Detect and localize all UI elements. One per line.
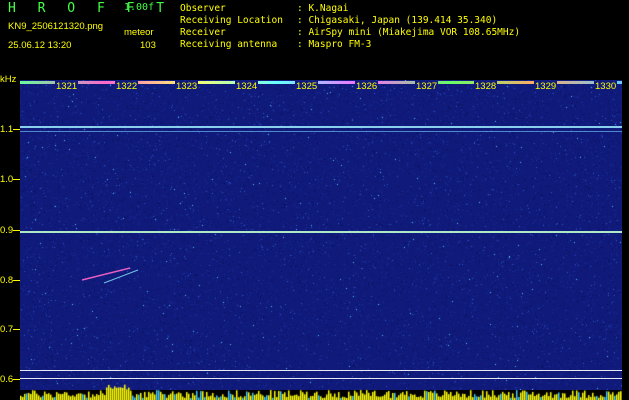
x-tick-label: 1322 [115,81,139,92]
observer-value: : K.Nagai [297,3,349,14]
x-tick-label: 1330 [594,81,618,92]
receiver-value: : AirSpy mini (Miakejima VOR 108.65MHz) [297,27,521,38]
y-tick [13,179,20,180]
y-tick-label: 0.7 [0,324,14,335]
y-tick [13,280,20,281]
location-value: : Chigasaki, Japan (139.414 35.340) [297,15,498,26]
location-label: Receiving Location [180,15,283,26]
x-tick-label: 1325 [295,81,319,92]
header-panel: H R O F F T 1.00f KN9_2506121320.png 25.… [0,0,629,78]
x-tick-label: 1324 [235,81,259,92]
app-version: 1.00f [124,2,155,13]
y-tick-label: 0.9 [0,225,14,236]
meteor-trace [81,267,139,284]
y-tick [13,230,20,231]
x-tick-label: 1326 [355,81,379,92]
y-tick [13,129,20,130]
meteor-count: 103 [140,40,156,51]
x-tick-label: 1329 [534,81,558,92]
antenna-value: : Maspro FM-3 [297,39,372,50]
x-tick-label: 1328 [474,81,498,92]
y-tick [13,379,20,380]
image-filename: KN9_2506121320.png [8,21,104,32]
image-datetime: 25.06.12 13:20 [8,40,72,51]
y-axis-unit: kHz [0,74,17,85]
y-tick-label: 1.0 [0,174,14,185]
meteor-label: meteor [124,27,154,38]
antenna-label: Receiving antenna [180,39,278,50]
y-tick-label: 1.1 [0,124,14,135]
receiver-label: Receiver [180,27,226,38]
y-tick-label: 0.6 [0,374,14,385]
x-tick-label: 1321 [55,81,79,92]
y-tick [13,329,20,330]
power-bars [20,384,622,400]
observer-label: Observer [180,3,226,14]
x-tick-label: 1327 [415,81,439,92]
x-tick-label: 1323 [175,81,199,92]
y-tick-label: 0.8 [0,275,14,286]
